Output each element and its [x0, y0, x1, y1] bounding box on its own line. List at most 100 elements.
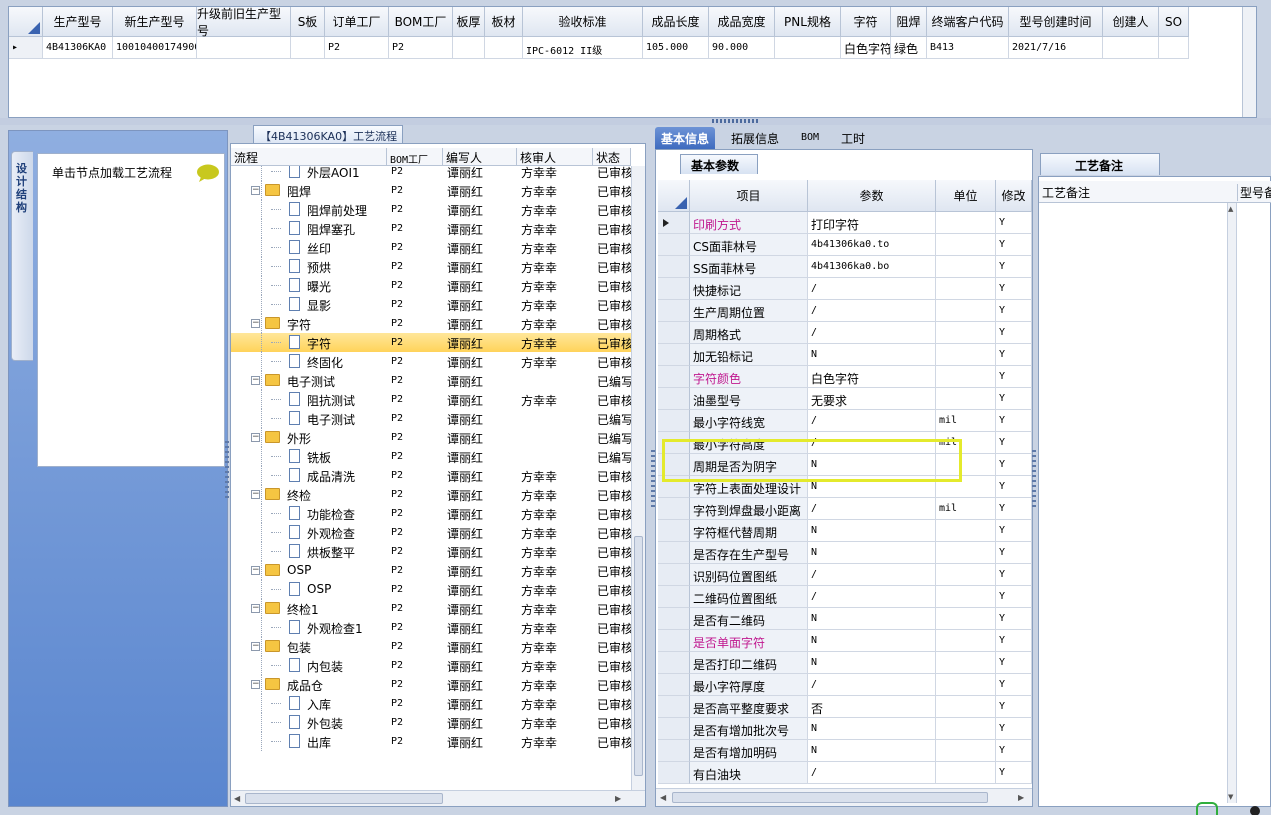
param-row[interactable]: 识别码位置图纸 / Y	[658, 564, 1032, 586]
scroll-left-icon[interactable]: ◀	[234, 794, 240, 803]
tree-step-row[interactable]: 阻焊前处理 P2 谭丽红 方幸幸 已审核	[231, 200, 631, 219]
param-value[interactable]: 打印字符	[808, 212, 936, 234]
row-indicator[interactable]	[658, 630, 690, 652]
tree-step-row[interactable]: 阻抗测试 P2 谭丽红 方幸幸 已审核	[231, 390, 631, 409]
grid-cell-15[interactable]: 2021/7/16	[1009, 37, 1103, 59]
collapse-icon[interactable]: −	[251, 680, 260, 689]
grid-header-6[interactable]: 板厚	[453, 7, 485, 37]
param-value[interactable]: /	[808, 322, 936, 344]
row-indicator[interactable]	[658, 498, 690, 520]
tree-step-row[interactable]: 丝印 P2 谭丽红 方幸幸 已审核	[231, 238, 631, 257]
param-value[interactable]: 4b41306ka0.bo	[808, 256, 936, 278]
grid-header-17[interactable]: SO	[1159, 7, 1189, 37]
tree-header-bom[interactable]: BOM工厂	[387, 148, 443, 166]
product-grid-scrollbar[interactable]	[1242, 7, 1256, 117]
remarks-scrollbar[interactable]: ▲ ▼	[1227, 203, 1237, 803]
tree-folder-row[interactable]: − 电子测试 P2 谭丽红 已编写	[231, 371, 631, 390]
tray-app-icon[interactable]	[1196, 802, 1218, 815]
grid-header-4[interactable]: 订单工厂	[325, 7, 389, 37]
param-row[interactable]: 油墨型号 无要求 Y	[658, 388, 1032, 410]
param-value[interactable]: /	[808, 564, 936, 586]
params-horizontal-scrollbar[interactable]: ◀ ▶	[656, 788, 1032, 806]
row-indicator[interactable]	[658, 674, 690, 696]
grid-header-9[interactable]: 成品长度	[643, 7, 709, 37]
collapse-icon[interactable]: −	[251, 433, 260, 442]
tree-step-row[interactable]: 入库 P2 谭丽红 方幸幸 已审核	[231, 694, 631, 713]
horizontal-splitter[interactable]	[0, 118, 1271, 125]
params-header-2[interactable]: 单位	[936, 180, 996, 212]
grid-cell-0[interactable]: 4B41306KA0	[43, 37, 113, 59]
param-value[interactable]: 4b41306ka0.to	[808, 234, 936, 256]
param-row[interactable]: 是否单面字符 N Y	[658, 630, 1032, 652]
tree-folder-row[interactable]: − 阻焊 P2 谭丽红 方幸幸 已审核	[231, 181, 631, 200]
tree-header-flow[interactable]: 流程	[231, 148, 387, 166]
grid-cell-3[interactable]	[291, 37, 325, 59]
tree-header-author[interactable]: 编写人	[443, 148, 517, 166]
tree-folder-row[interactable]: − OSP P2 谭丽红 方幸幸 已审核	[231, 561, 631, 580]
node-area[interactable]: 单击节点加载工艺流程	[37, 153, 225, 467]
tree-step-row[interactable]: 出库 P2 谭丽红 方幸幸 已审核	[231, 732, 631, 751]
grid-header-13[interactable]: 阻焊	[891, 7, 927, 37]
param-value[interactable]: N	[808, 740, 936, 762]
tab-work-hours[interactable]: 工时	[835, 127, 871, 149]
param-row[interactable]: SS面菲林号 4b41306ka0.bo Y	[658, 256, 1032, 278]
row-indicator[interactable]	[658, 718, 690, 740]
row-indicator[interactable]	[658, 542, 690, 564]
grid-header-10[interactable]: 成品宽度	[709, 7, 775, 37]
params-header-0[interactable]: 项目	[690, 180, 808, 212]
tree-step-row[interactable]: 功能检查 P2 谭丽红 方幸幸 已审核	[231, 504, 631, 523]
param-row[interactable]: 印刷方式 打印字符 Y	[658, 212, 1032, 234]
tree-step-row[interactable]: 外观检查 P2 谭丽红 方幸幸 已审核	[231, 523, 631, 542]
grid-cell-1[interactable]: 10010400174900	[113, 37, 197, 59]
param-value[interactable]: /	[808, 278, 936, 300]
grid-cell-17[interactable]	[1159, 37, 1189, 59]
grid-header-12[interactable]: 字符	[841, 7, 891, 37]
tree-folder-row[interactable]: − 包装 P2 谭丽红 方幸幸 已审核	[231, 637, 631, 656]
param-row[interactable]: 是否存在生产型号 N Y	[658, 542, 1032, 564]
tree-folder-row[interactable]: − 终检 P2 谭丽红 方幸幸 已审核	[231, 485, 631, 504]
row-indicator[interactable]	[658, 740, 690, 762]
grid-header-2[interactable]: 升级前旧生产型号	[197, 7, 291, 38]
row-indicator[interactable]	[658, 366, 690, 388]
param-row[interactable]: 加无铅标记 N Y	[658, 344, 1032, 366]
grid-header-14[interactable]: 终端客户代码	[927, 7, 1009, 37]
process-remarks-tab[interactable]: 工艺备注	[1040, 153, 1160, 175]
param-row[interactable]: 字符到焊盘最小距离 / mil Y	[658, 498, 1032, 520]
row-indicator[interactable]	[658, 410, 690, 432]
tree-step-row[interactable]: 电子测试 P2 谭丽红 已编写	[231, 409, 631, 428]
grid-cell-10[interactable]: 90.000	[709, 37, 775, 59]
row-indicator[interactable]	[658, 344, 690, 366]
tree-header-reviewer[interactable]: 核审人	[517, 148, 593, 166]
tree-header-status[interactable]: 状态	[593, 148, 631, 166]
param-value[interactable]: N	[808, 630, 936, 652]
scroll-right-icon[interactable]: ▶	[615, 794, 621, 803]
tree-folder-row[interactable]: − 字符 P2 谭丽红 方幸幸 已审核	[231, 314, 631, 333]
param-row[interactable]: 字符框代替周期 N Y	[658, 520, 1032, 542]
row-indicator[interactable]	[658, 608, 690, 630]
row-indicator[interactable]	[658, 322, 690, 344]
param-value[interactable]: N	[808, 520, 936, 542]
collapse-icon[interactable]: −	[251, 319, 260, 328]
param-row[interactable]: CS面菲林号 4b41306ka0.to Y	[658, 234, 1032, 256]
tree-hscroll-thumb[interactable]	[245, 793, 443, 804]
tree-step-row[interactable]: 烘板整平 P2 谭丽红 方幸幸 已审核	[231, 542, 631, 561]
param-row[interactable]: 是否打印二维码 N Y	[658, 652, 1032, 674]
info-panel-left-grip[interactable]	[651, 450, 655, 510]
tree-step-row[interactable]: 预烘 P2 谭丽红 方幸幸 已审核	[231, 257, 631, 276]
param-value[interactable]: /	[808, 674, 936, 696]
scroll-right-icon[interactable]: ▶	[1018, 793, 1024, 802]
tree-step-row[interactable]: 阻焊塞孔 P2 谭丽红 方幸幸 已审核	[231, 219, 631, 238]
row-indicator[interactable]	[658, 586, 690, 608]
param-value[interactable]: /	[808, 498, 936, 520]
row-indicator[interactable]	[658, 652, 690, 674]
tab-basic-info[interactable]: 基本信息	[655, 127, 716, 149]
tree-horizontal-scrollbar[interactable]: ◀ ▶	[231, 790, 645, 806]
tree-step-row[interactable]: 铣板 P2 谭丽红 已编写	[231, 447, 631, 466]
side-tab-design-structure[interactable]: 设计结构	[11, 151, 33, 361]
param-value[interactable]: /	[808, 762, 936, 784]
row-indicator[interactable]	[658, 762, 690, 784]
param-row[interactable]: 是否有增加明码 N Y	[658, 740, 1032, 762]
info-panel-right-grip[interactable]	[1032, 450, 1036, 510]
grid-cell-5[interactable]: P2	[389, 37, 453, 59]
scroll-up-icon[interactable]: ▲	[1228, 205, 1233, 213]
